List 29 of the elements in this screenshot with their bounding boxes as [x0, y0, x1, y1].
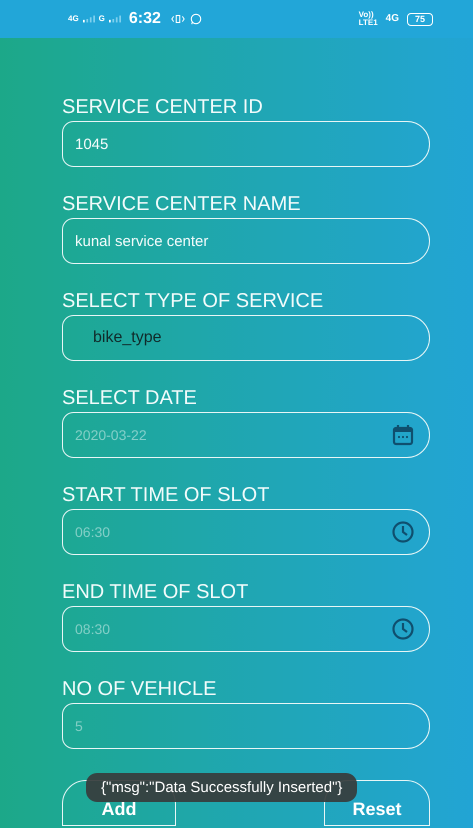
message-toast: {"msg":"Data Successfully Inserted"} [86, 773, 358, 802]
input-field[interactable]: 1045 [62, 121, 430, 167]
network-label: G [98, 15, 105, 23]
service-dropdown[interactable]: bike_type [62, 315, 430, 361]
calendar-icon[interactable] [391, 423, 415, 447]
battery-indicator: 75 [406, 12, 433, 26]
volte-label: Vo)) [358, 11, 375, 19]
clock-time: 6:32 [128, 10, 161, 28]
network-label: 4G [386, 15, 399, 23]
input-field[interactable]: 5 [62, 703, 430, 749]
input-field[interactable]: kunal service center [62, 218, 430, 264]
time-field[interactable]: 06:30 [62, 509, 430, 555]
network-label: 4G [68, 15, 79, 23]
time-field[interactable]: 08:30 [62, 606, 430, 652]
field-label: SELECT TYPE OF SERVICE [62, 289, 324, 314]
date-field[interactable]: 2020-03-22 [62, 412, 430, 458]
field-label: END TIME OF SLOT [62, 580, 250, 605]
field-label: START TIME OF SLOT [62, 483, 270, 508]
clock-icon[interactable] [391, 617, 415, 641]
signal-icon [108, 15, 121, 23]
volte-label: LTE1 [358, 19, 378, 27]
field-label: SELECT DATE [62, 386, 198, 411]
clock-icon[interactable] [391, 520, 415, 544]
field-label: NO OF VEHICLE [62, 677, 218, 702]
signal-icon [82, 15, 95, 23]
field-label: SERVICE CENTER NAME [62, 192, 302, 217]
chat-icon [188, 13, 203, 25]
vibrate-icon [170, 13, 185, 25]
field-label: SERVICE CENTER ID [62, 95, 264, 120]
